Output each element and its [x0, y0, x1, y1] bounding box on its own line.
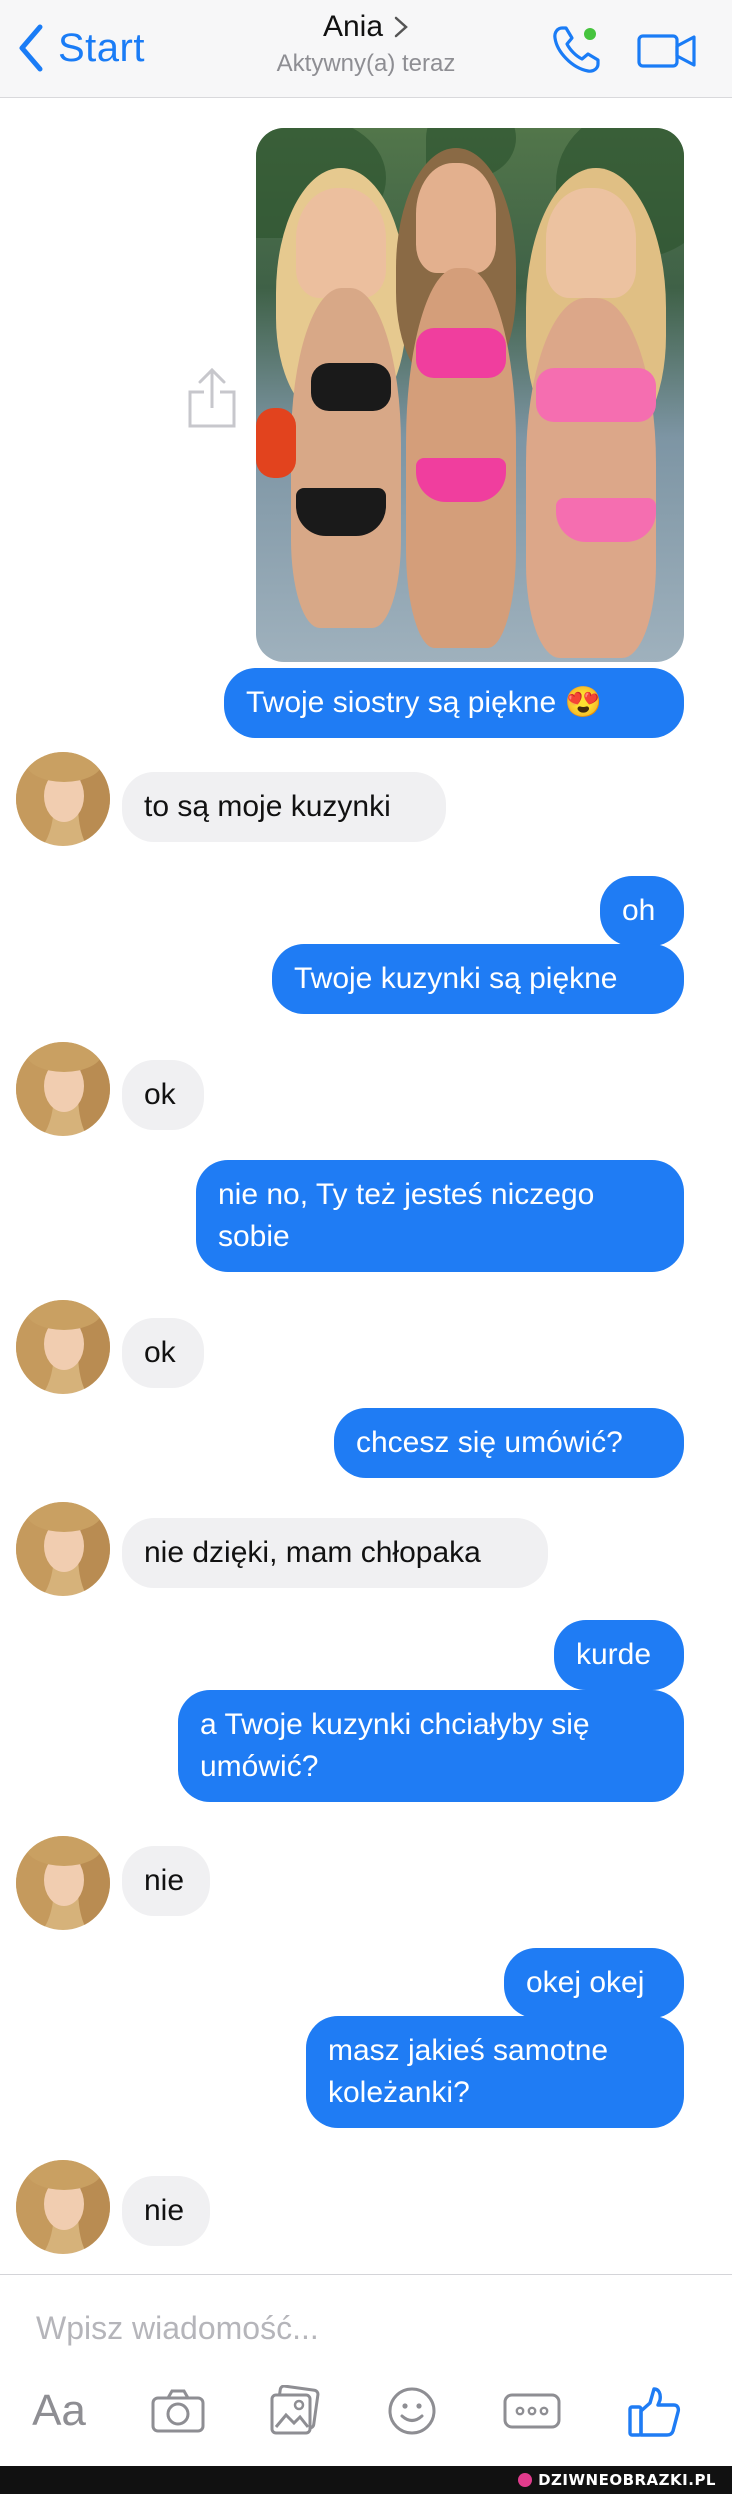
contact-avatar[interactable]: [16, 1502, 110, 1596]
contact-info[interactable]: Ania Aktywny(a) teraz: [200, 10, 532, 78]
message-incoming[interactable]: to są moje kuzynki: [122, 772, 446, 842]
message-outgoing[interactable]: masz jakieś samotne koleżanki?: [306, 2016, 684, 2128]
emoji-button[interactable]: [382, 2378, 442, 2444]
online-dot: [584, 28, 596, 40]
message-incoming[interactable]: nie: [122, 2176, 210, 2246]
video-camera-icon[interactable]: [636, 28, 698, 72]
more-button[interactable]: [500, 2378, 564, 2444]
message-outgoing[interactable]: chcesz się umówić?: [334, 1408, 684, 1478]
emoji-icon: [388, 2387, 436, 2435]
contact-avatar[interactable]: [16, 1300, 110, 1394]
text-format-button[interactable]: Aa: [24, 2378, 94, 2444]
contact-avatar[interactable]: [16, 1836, 110, 1930]
like-button[interactable]: [622, 2378, 686, 2444]
camera-button[interactable]: [148, 2378, 208, 2444]
message-outgoing[interactable]: oh: [600, 876, 684, 946]
contact-avatar[interactable]: [16, 752, 110, 846]
gallery-button[interactable]: [264, 2378, 324, 2444]
message-outgoing[interactable]: Twoje kuzynki są piękne: [272, 944, 684, 1014]
message-incoming[interactable]: nie dzięki, mam chłopaka: [122, 1518, 548, 1588]
share-icon[interactable]: [184, 360, 240, 432]
back-label: Start: [58, 25, 145, 70]
phone-icon[interactable]: [548, 22, 604, 78]
message-outgoing[interactable]: okej okej: [504, 1948, 684, 2018]
composer-divider: [0, 2274, 732, 2275]
chevron-right-icon: [394, 16, 408, 38]
footer-bar: DZIWNEOBRAZKI.PL: [0, 2466, 732, 2494]
message-incoming[interactable]: ok: [122, 1060, 204, 1130]
contact-avatar[interactable]: [16, 1042, 110, 1136]
chevron-left-icon: [19, 24, 43, 72]
message-input[interactable]: [36, 2306, 676, 2350]
message-incoming[interactable]: ok: [122, 1318, 204, 1388]
photo-attachment[interactable]: [256, 128, 684, 662]
message-outgoing[interactable]: nie no, Ty też jesteś niczego sobie: [196, 1160, 684, 1272]
contact-name: Ania: [322, 10, 384, 43]
chat-header: Start Ania Aktywny(a) teraz: [0, 0, 732, 98]
message-outgoing[interactable]: Twoje siostry są piękne 😍: [224, 668, 684, 738]
message-incoming[interactable]: nie: [122, 1846, 210, 1916]
back-button[interactable]: Start: [16, 20, 145, 76]
message-outgoing[interactable]: kurde: [554, 1620, 684, 1690]
thumbs-up-icon: [628, 2387, 681, 2437]
aa-label: Aa: [32, 2386, 86, 2435]
contact-avatar[interactable]: [16, 2160, 110, 2254]
gallery-icon: [270, 2385, 320, 2435]
status-text: Aktywny(a) teraz: [276, 50, 456, 77]
contact-name-row: Ania: [323, 10, 409, 44]
message-outgoing[interactable]: a Twoje kuzynki chciałyby się umówić?: [178, 1690, 684, 1802]
watermark-label: DZIWNEOBRAZKI.PL: [512, 2470, 724, 2490]
more-icon: [503, 2393, 561, 2429]
camera-icon: [151, 2389, 205, 2433]
